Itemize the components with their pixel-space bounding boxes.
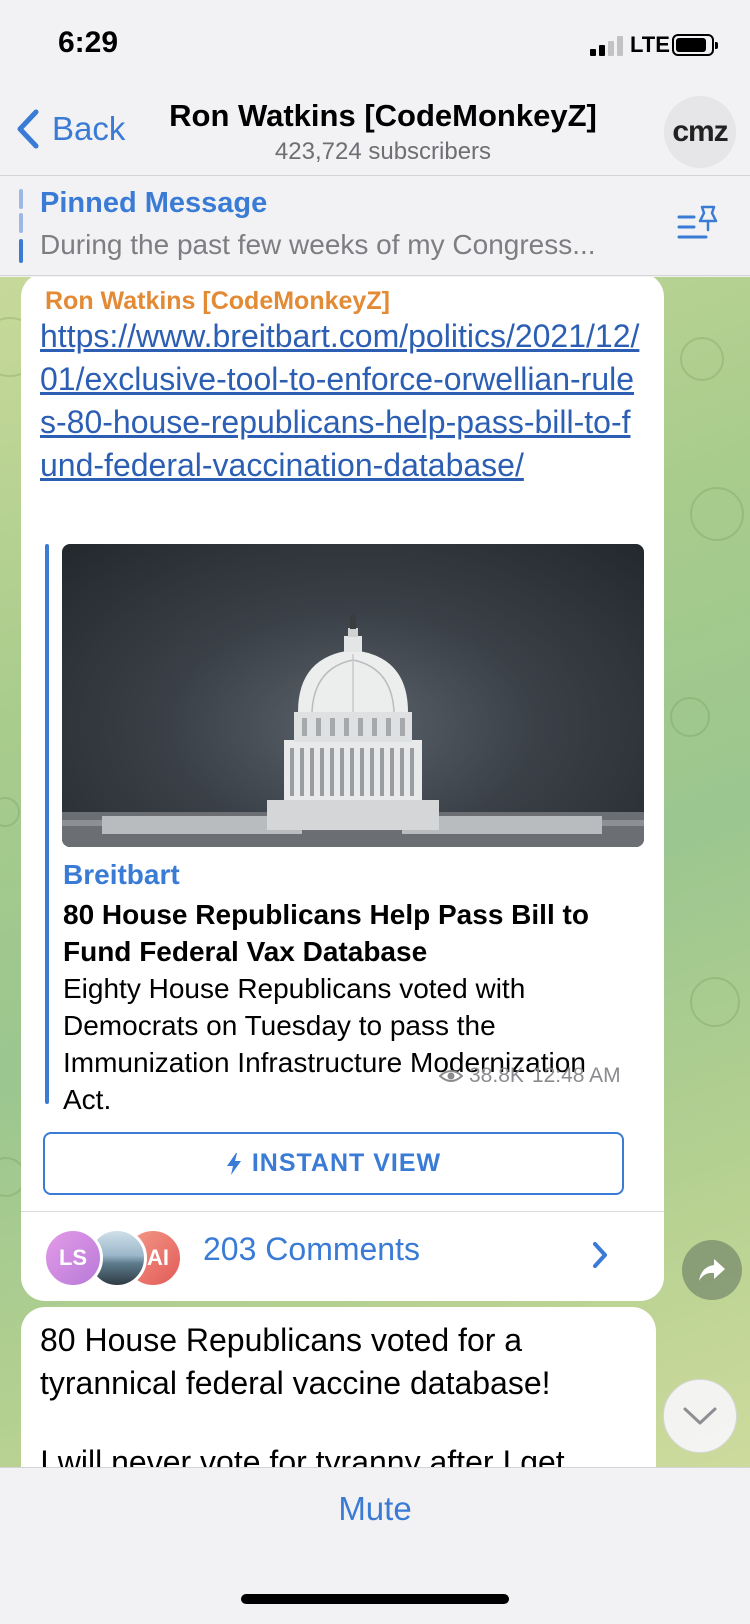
chevron-left-icon bbox=[17, 109, 39, 149]
status-bar: 6:29 LTE bbox=[0, 0, 750, 94]
chevron-right-icon bbox=[593, 1242, 607, 1268]
message-time: 12:48 AM bbox=[531, 1064, 621, 1087]
message-text: 80 House Republicans voted for a tyranni… bbox=[40, 1322, 551, 1401]
message-text-continued: I will never vote for tyranny after I ge… bbox=[40, 1444, 565, 1467]
channel-post[interactable]: Ron Watkins [CodeMonkeyZ] https://www.br… bbox=[21, 277, 664, 1301]
scroll-down-button[interactable] bbox=[663, 1379, 737, 1453]
preview-site-name: Breitbart bbox=[63, 859, 180, 890]
pinned-indicator bbox=[19, 189, 23, 263]
article-link[interactable]: https://www.breitbart.com/politics/2021/… bbox=[40, 315, 640, 487]
preview-image[interactable] bbox=[62, 544, 644, 847]
chat-area[interactable]: Ron Watkins [CodeMonkeyZ] https://www.br… bbox=[0, 277, 750, 1467]
eye-icon bbox=[439, 1070, 463, 1082]
back-label: Back bbox=[52, 110, 126, 147]
preview-accent-bar bbox=[45, 544, 49, 1104]
pinned-label: Pinned Message bbox=[40, 187, 268, 219]
home-indicator[interactable] bbox=[241, 1594, 509, 1604]
channel-post[interactable]: 80 House Republicans voted for a tyranni… bbox=[21, 1307, 656, 1467]
network-label: LTE bbox=[630, 32, 670, 57]
capitol-illustration bbox=[62, 614, 644, 847]
share-button[interactable] bbox=[682, 1240, 742, 1300]
view-count: 38.8K bbox=[469, 1064, 524, 1087]
message-meta: 38.8K 12:48 AM bbox=[439, 1064, 621, 1088]
sender-name: Ron Watkins [CodeMonkeyZ] bbox=[45, 287, 390, 315]
instant-view-button[interactable]: INSTANT VIEW bbox=[43, 1132, 624, 1195]
battery-icon bbox=[672, 34, 718, 56]
signal-icon bbox=[590, 36, 624, 56]
chat-header: Back Ron Watkins [CodeMonkeyZ] 423,724 s… bbox=[0, 94, 750, 176]
pin-list-icon[interactable] bbox=[676, 203, 720, 247]
comments-row[interactable]: LS AI 203 Comments bbox=[21, 1212, 664, 1301]
back-button[interactable]: Back bbox=[14, 108, 125, 150]
commenter-avatar: LS bbox=[43, 1228, 103, 1288]
lightning-icon bbox=[226, 1152, 241, 1175]
comments-count: 203 Comments bbox=[203, 1231, 420, 1267]
pinned-text: During the past few weeks of my Congress… bbox=[40, 229, 596, 260]
status-time: 6:29 bbox=[58, 26, 119, 59]
preview-title: 80 House Republicans Help Pass Bill to F… bbox=[63, 899, 589, 967]
share-arrow-icon bbox=[699, 1259, 725, 1281]
channel-avatar[interactable]: cmz bbox=[664, 96, 736, 168]
mute-button[interactable]: Mute bbox=[0, 1490, 750, 1528]
channel-title[interactable]: Ron Watkins [CodeMonkeyZ] bbox=[138, 98, 628, 134]
subscriber-count: 423,724 subscribers bbox=[274, 138, 492, 165]
chevron-down-icon bbox=[683, 1407, 717, 1425]
preview-description: Eighty House Republicans voted with Demo… bbox=[63, 973, 586, 1115]
link-preview[interactable]: Breitbart 80 House Republicans Help Pass… bbox=[45, 544, 645, 1115]
pinned-message[interactable]: Pinned Message During the past few weeks… bbox=[0, 177, 750, 276]
instant-view-label: INSTANT VIEW bbox=[251, 1149, 442, 1177]
